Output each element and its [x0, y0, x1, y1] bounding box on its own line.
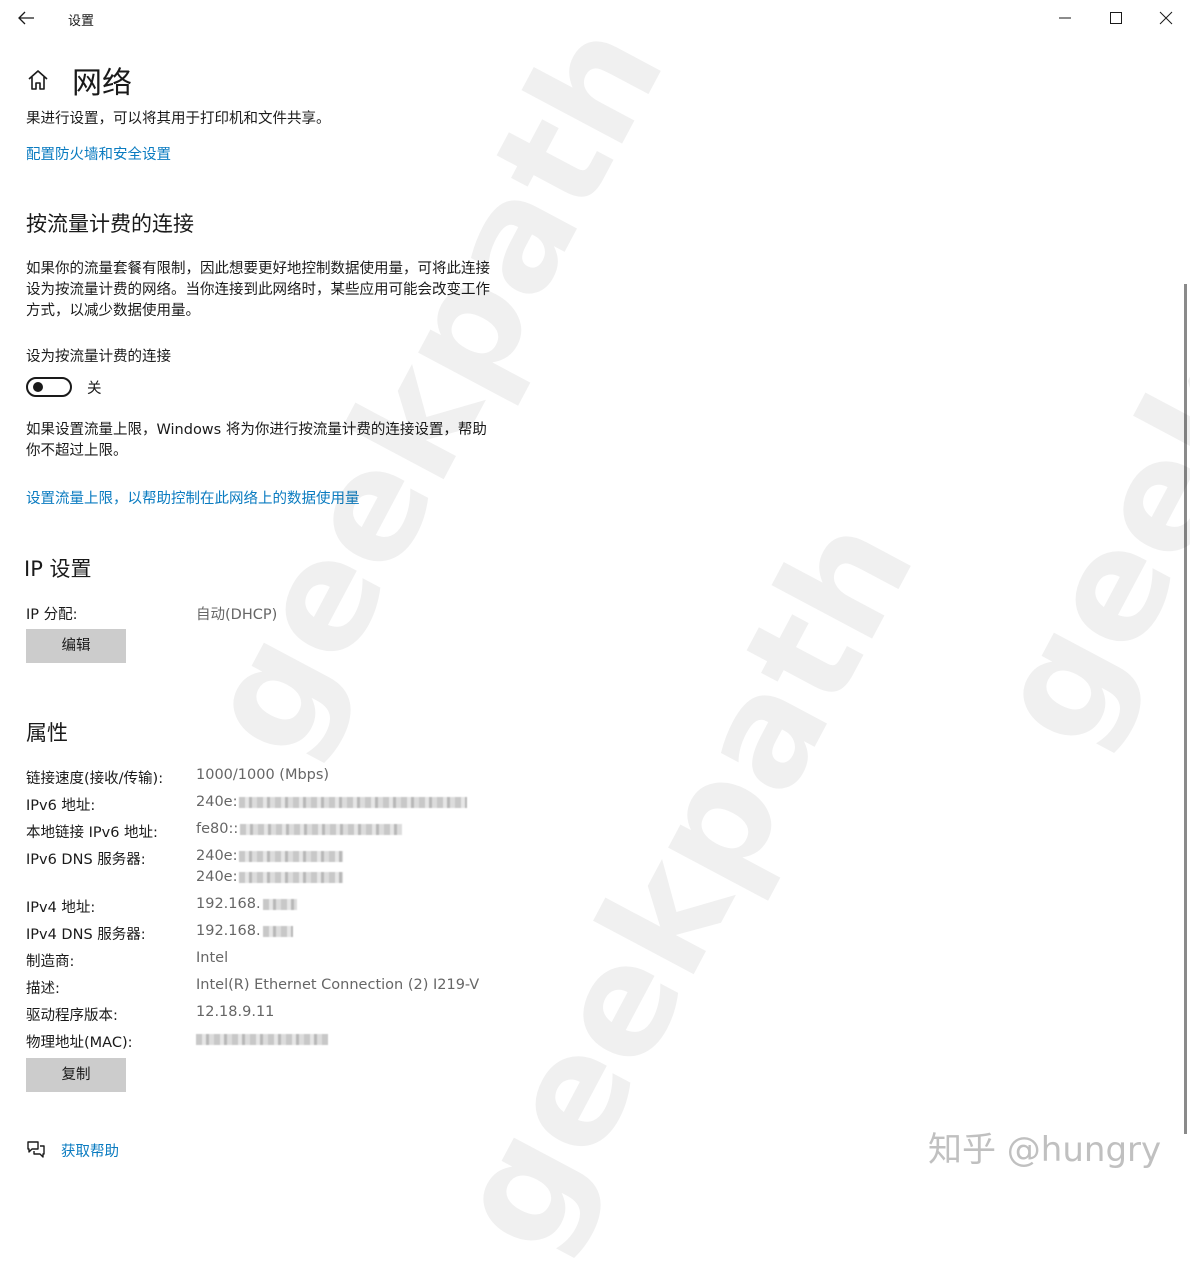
- metered-toggle[interactable]: [26, 377, 72, 397]
- prop-label-ipv4-dns: IPv4 DNS 服务器:: [26, 927, 146, 943]
- redacted-link-local: [240, 823, 403, 835]
- arrow-left-icon: [18, 11, 34, 25]
- watermark-text: geekpath: [420, 490, 949, 1277]
- prop-label-ipv6: IPv6 地址:: [26, 798, 96, 814]
- ipv6-dns-prefix: 240e:: [196, 869, 238, 885]
- prop-value-ipv6-dns-1: 240e:: [196, 848, 344, 864]
- toggle-knob: [33, 382, 43, 392]
- ipv4-prefix: 192.168.: [196, 896, 261, 912]
- firewall-text: 果进行设置，可以将其用于打印机和文件共享。: [26, 111, 331, 127]
- prop-value-link-local-ipv6: fe80::: [196, 821, 403, 837]
- watermark-credit: 知乎 @hungry: [928, 1130, 1162, 1170]
- home-button[interactable]: [26, 68, 50, 92]
- redacted-ipv4-dns: [262, 925, 293, 937]
- redacted-ipv4: [262, 898, 297, 910]
- page-title: 网络: [72, 66, 132, 101]
- redacted-ipv6-dns-1: [239, 850, 344, 862]
- redacted-ipv6-dns-2: [239, 871, 344, 883]
- redacted-mac: [196, 1033, 328, 1045]
- prop-value-ipv4-dns: 192.168.: [196, 923, 293, 939]
- prop-value-ipv6: 240e:: [196, 794, 468, 810]
- prop-label-ipv4: IPv4 地址:: [26, 900, 96, 916]
- prop-label-manufacturer: 制造商:: [26, 954, 75, 970]
- close-icon: [1159, 11, 1173, 25]
- prop-label-mac: 物理地址(MAC):: [26, 1035, 133, 1051]
- metered-toggle-label: 设为按流量计费的连接: [26, 349, 171, 365]
- get-help-link[interactable]: 获取帮助: [61, 1140, 119, 1161]
- watermark-text: geekpath: [960, 0, 1190, 772]
- ip-assign-label: IP 分配:: [26, 607, 78, 623]
- maximize-button[interactable]: [1093, 4, 1139, 32]
- minimize-icon: [1059, 17, 1071, 19]
- edit-button[interactable]: 编辑: [26, 629, 126, 663]
- redacted-ipv6: [239, 796, 468, 808]
- prop-value-manufacturer: Intel: [196, 950, 229, 966]
- ipv4-dns-prefix: 192.168.: [196, 923, 261, 939]
- prop-value-mac: [196, 1031, 328, 1047]
- metered-heading: 按流量计费的连接: [26, 212, 194, 236]
- prop-value-ipv4: 192.168.: [196, 896, 297, 912]
- prop-label-ipv6-dns: IPv6 DNS 服务器:: [26, 852, 146, 868]
- link-local-prefix: fe80::: [196, 821, 239, 837]
- ipv6-prefix: 240e:: [196, 794, 238, 810]
- help-icon-wrapper[interactable]: [25, 1139, 47, 1159]
- prop-label-link-local-ipv6: 本地链接 IPv6 地址:: [26, 825, 158, 841]
- close-button[interactable]: [1143, 4, 1189, 32]
- chat-help-icon: [27, 1141, 45, 1158]
- back-button[interactable]: [14, 6, 40, 30]
- ipv6-dns-prefix: 240e:: [196, 848, 238, 864]
- prop-label-driver-version: 驱动程序版本:: [26, 1008, 118, 1024]
- ip-heading: IP 设置: [24, 557, 92, 581]
- maximize-icon: [1110, 12, 1122, 24]
- prop-label-link-speed: 链接速度(接收/传输):: [26, 771, 164, 787]
- prop-value-description: Intel(R) Ethernet Connection (2) I219-V: [196, 977, 480, 993]
- prop-label-description: 描述:: [26, 981, 60, 997]
- app-title: 设置: [68, 14, 95, 29]
- home-icon: [28, 70, 48, 90]
- firewall-settings-link[interactable]: 配置防火墙和安全设置: [26, 143, 171, 164]
- copy-button[interactable]: 复制: [26, 1058, 126, 1092]
- prop-value-ipv6-dns-2: 240e:: [196, 869, 344, 885]
- prop-value-driver-version: 12.18.9.11: [196, 1004, 275, 1020]
- metered-toggle-state: 关: [87, 381, 102, 397]
- properties-heading: 属性: [26, 721, 68, 745]
- minimize-button[interactable]: [1042, 4, 1088, 32]
